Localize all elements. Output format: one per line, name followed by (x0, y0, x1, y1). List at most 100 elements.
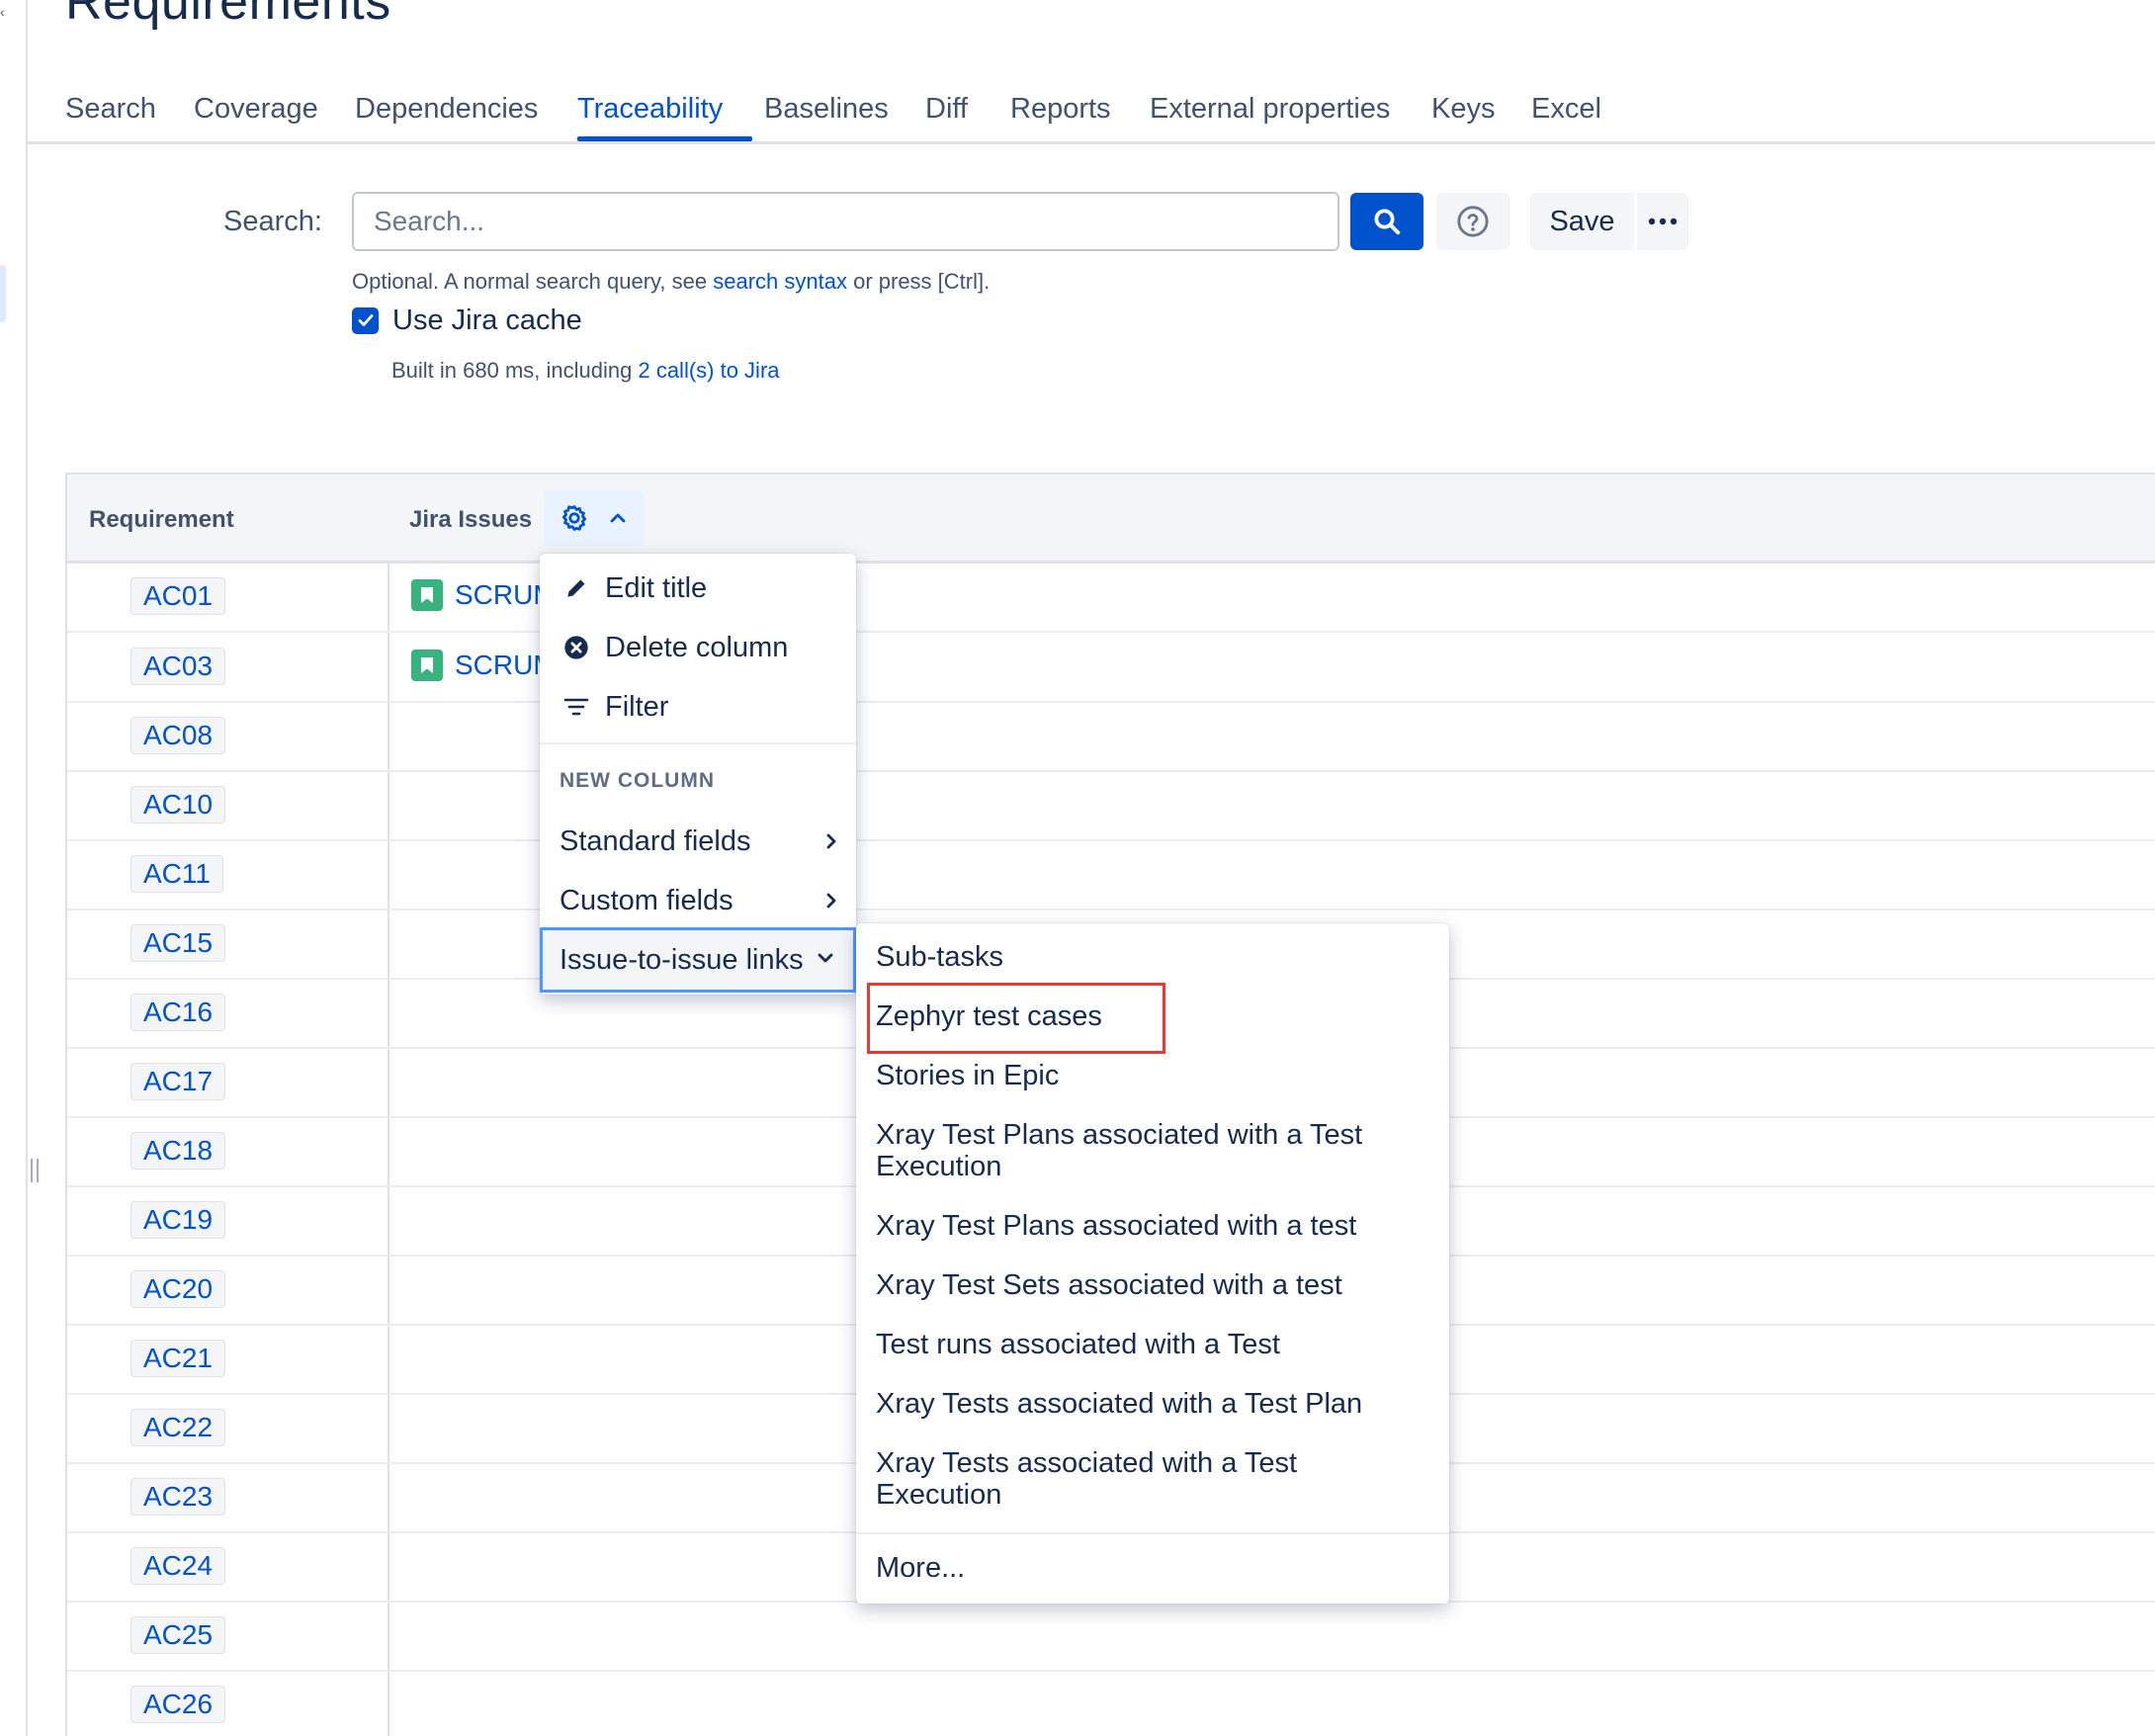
column-options-menu: Edit title Delete column Filter NEW COLU… (540, 554, 856, 995)
standard-fields-label: Standard fields (560, 825, 751, 857)
issue-to-issue-links-menu-item[interactable]: Issue-to-issue links (540, 927, 856, 993)
search-button[interactable] (1350, 193, 1423, 250)
tab-baselines[interactable]: Baselines (764, 93, 889, 126)
filter-menu-item[interactable]: Filter (540, 678, 856, 736)
checkmark-icon (358, 314, 373, 326)
tab-traceability[interactable]: Traceability (577, 93, 723, 126)
requirement-key-link[interactable]: AC20 (130, 1270, 226, 1308)
table-row: AC25 (67, 1603, 2155, 1672)
requirement-key-link[interactable]: AC08 (130, 717, 226, 754)
chevron-down-icon (818, 953, 833, 963)
build-info: Built in 680 ms, including 2 call(s) to … (391, 358, 780, 384)
new-column-section-title: NEW COLUMN (560, 769, 715, 792)
search-syntax-link[interactable]: search syntax (713, 269, 847, 294)
tab-dependencies[interactable]: Dependencies (355, 93, 538, 126)
delete-column-menu-item[interactable]: Delete column (540, 619, 856, 676)
issue-link-type-menu-item[interactable]: Sub-tasks (856, 941, 1449, 973)
filter-label: Filter (605, 690, 669, 723)
column-header-jira-issues: Jira Issues (409, 506, 533, 533)
question-circle-icon (1457, 206, 1489, 237)
custom-fields-menu-item[interactable]: Custom fields (540, 872, 856, 929)
table-row: AC03 SCRUM (67, 634, 2155, 703)
requirement-key-link[interactable]: AC16 (130, 994, 226, 1031)
requirement-key-link[interactable]: AC17 (130, 1063, 226, 1100)
issue-to-issue-links-label: Issue-to-issue links (560, 943, 804, 976)
story-icon (411, 650, 443, 681)
requirement-key-link[interactable]: AC11 (130, 855, 223, 893)
help-button[interactable] (1436, 193, 1509, 250)
requirement-key-link[interactable]: AC25 (130, 1616, 226, 1654)
requirement-key-link[interactable]: AC18 (130, 1132, 226, 1170)
submenu-divider (856, 1532, 1449, 1534)
search-label: Search: (223, 206, 322, 237)
issue-link-type-menu-item[interactable]: Zephyr test cases (856, 1000, 1449, 1032)
issue-links-submenu: Sub-tasks Zephyr test cases Stories in Epi… (856, 923, 1449, 1604)
sidebar-active-marker (0, 265, 6, 322)
table-row: AC26 (67, 1672, 2155, 1736)
jira-issue-cell[interactable]: SCRUM (411, 650, 557, 681)
use-jira-cache-checkbox[interactable] (352, 306, 379, 334)
requirement-key-link[interactable]: AC26 (130, 1686, 226, 1723)
chevron-right-icon (826, 833, 836, 849)
use-jira-cache-label: Use Jira cache (392, 304, 582, 336)
tab-diff[interactable]: Diff (925, 93, 968, 126)
close-circle-icon (560, 634, 593, 661)
tab-bar: Search Coverage Dependencies Traceabilit… (28, 87, 2155, 144)
tab-keys[interactable]: Keys (1431, 93, 1495, 126)
issue-link-type-menu-item[interactable]: Xray Test Plans associated with a Test E… (856, 1119, 1449, 1182)
use-jira-cache-option[interactable]: Use Jira cache (352, 303, 582, 338)
requirement-key-link[interactable]: AC24 (130, 1547, 226, 1585)
requirement-key-link[interactable]: AC15 (130, 924, 226, 962)
more-options-button[interactable] (1637, 193, 1688, 250)
table-row: AC01 SCRUM (67, 564, 2155, 633)
magnifier-icon (1374, 209, 1401, 235)
requirement-key-link[interactable]: AC21 (130, 1340, 226, 1377)
table-row: AC08 (67, 703, 2155, 772)
more-links-menu-item[interactable]: More... (856, 1552, 1449, 1584)
requirement-key-link[interactable]: AC10 (130, 786, 226, 824)
requirement-key-link[interactable]: AC22 (130, 1409, 226, 1446)
issue-link-type-menu-item[interactable]: Stories in Epic (856, 1060, 1449, 1091)
jira-calls-link[interactable]: 2 call(s) to Jira (638, 358, 779, 383)
jira-issue-cell[interactable]: SCRUM (411, 579, 557, 611)
edit-title-label: Edit title (605, 571, 708, 604)
standard-fields-menu-item[interactable]: Standard fields (540, 813, 856, 870)
resize-handle[interactable] (31, 1159, 39, 1182)
requirement-key-link[interactable]: AC19 (130, 1201, 226, 1239)
issue-link-type-menu-item[interactable]: Test runs associated with a Test (856, 1329, 1449, 1360)
tab-external-properties[interactable]: External properties (1150, 93, 1390, 126)
edit-title-menu-item[interactable]: Edit title (540, 560, 856, 617)
menu-divider (540, 742, 856, 744)
tab-coverage[interactable]: Coverage (194, 93, 318, 126)
issue-link-type-menu-item[interactable]: Xray Tests associated with a Test Plan (856, 1388, 1449, 1420)
search-input[interactable] (352, 192, 1339, 251)
tab-search[interactable]: Search (65, 93, 156, 126)
chevron-icon: ‹ (0, 4, 5, 20)
pencil-icon (560, 575, 593, 601)
ellipsis-icon (1648, 217, 1678, 225)
column-settings-button[interactable] (544, 490, 645, 546)
tab-excel[interactable]: Excel (1531, 93, 1601, 126)
hint-suffix: or press [Ctrl]. (846, 269, 991, 294)
requirement-key-link[interactable]: AC01 (130, 577, 226, 615)
issue-link-type-menu-item[interactable]: Xray Test Plans associated with a test (856, 1210, 1449, 1242)
chevron-up-icon (610, 513, 626, 523)
issue-link-type-menu-item[interactable]: Xray Test Sets associated with a test (856, 1269, 1449, 1301)
table-header: Requirement Jira Issues (67, 473, 2155, 564)
left-sidebar-rail: ‹ (0, 0, 39, 1736)
table-row: AC10 (67, 772, 2155, 841)
requirement-key-link[interactable]: AC03 (130, 648, 226, 685)
requirement-key-link[interactable]: AC23 (130, 1478, 226, 1516)
issue-link-type-menu-item[interactable]: Xray Tests associated with a Test Execut… (856, 1447, 1449, 1511)
page-title: Requirements (65, 0, 391, 31)
save-button[interactable]: Save (1530, 193, 1634, 250)
column-header-requirement: Requirement (89, 506, 234, 533)
delete-column-label: Delete column (605, 631, 789, 663)
gear-icon (561, 505, 587, 531)
hint-prefix: Optional. A normal search query, see (352, 269, 714, 294)
chevron-right-icon (826, 893, 836, 909)
table-row: AC11 (67, 841, 2155, 911)
story-icon (411, 579, 443, 611)
tab-reports[interactable]: Reports (1010, 93, 1111, 126)
filter-icon (560, 696, 593, 718)
